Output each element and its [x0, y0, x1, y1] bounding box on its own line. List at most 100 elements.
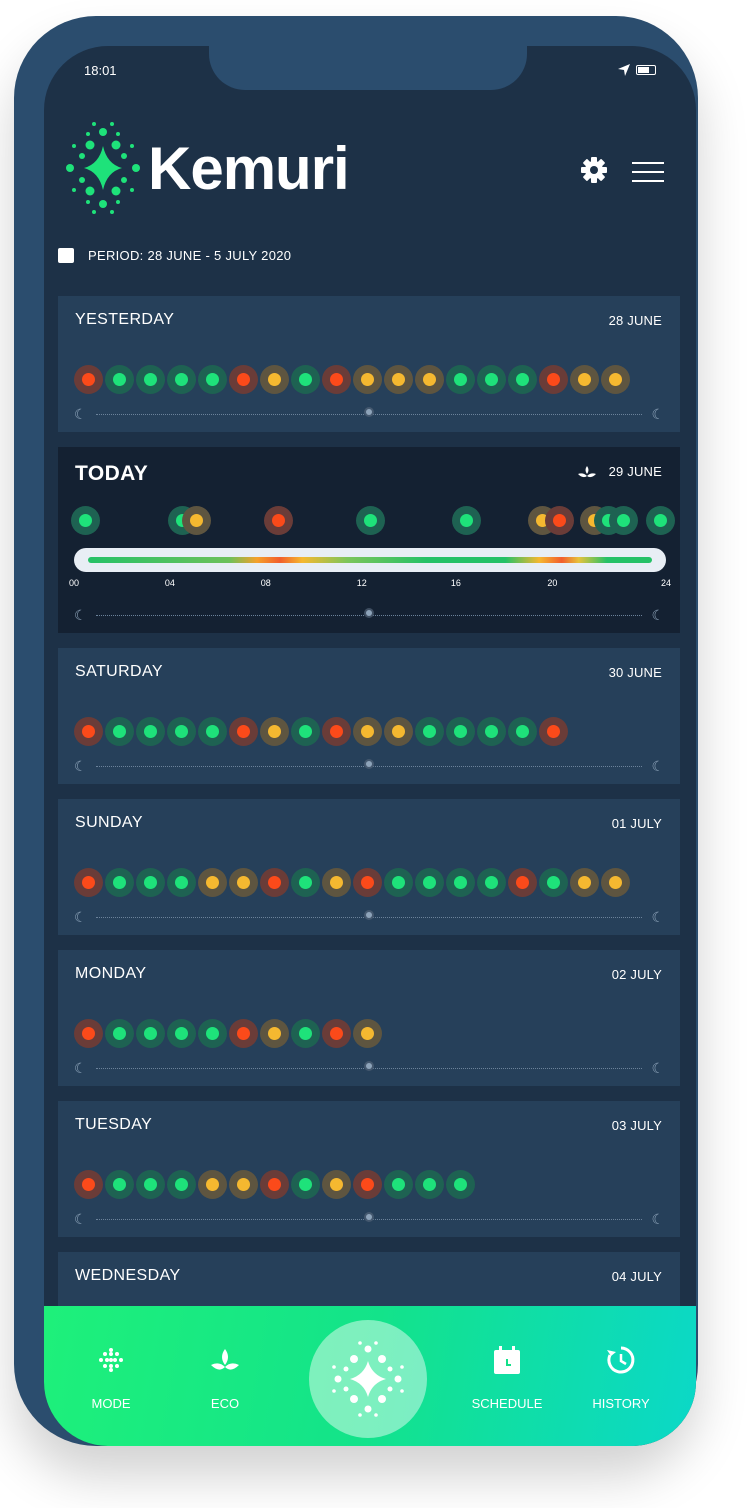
event-dot[interactable]: [74, 1019, 103, 1048]
event-dot[interactable]: [446, 365, 475, 394]
event-dot[interactable]: [322, 365, 351, 394]
event-dot[interactable]: [353, 1170, 382, 1199]
event-dot[interactable]: [198, 365, 227, 394]
event-dot[interactable]: [291, 365, 320, 394]
event-dot[interactable]: [260, 868, 289, 897]
event-dot[interactable]: [508, 868, 537, 897]
today-event-dot[interactable]: [545, 506, 574, 535]
event-dot[interactable]: [136, 868, 165, 897]
event-dot[interactable]: [570, 365, 599, 394]
sun-icon: [364, 608, 374, 618]
event-dot[interactable]: [446, 868, 475, 897]
day-card[interactable]: TUESDAY 03 JULY ☾ ☾: [58, 1101, 680, 1237]
event-dot[interactable]: [415, 365, 444, 394]
event-dot[interactable]: [229, 1019, 258, 1048]
event-dot[interactable]: [105, 365, 134, 394]
event-dot[interactable]: [167, 717, 196, 746]
event-dot[interactable]: [353, 868, 382, 897]
event-dot[interactable]: [384, 1170, 413, 1199]
event-dot[interactable]: [539, 717, 568, 746]
event-dot[interactable]: [353, 365, 382, 394]
today-event-dot[interactable]: [71, 506, 100, 535]
today-event-dot[interactable]: [356, 506, 385, 535]
day-card[interactable]: MONDAY 02 JULY ☾ ☾: [58, 950, 680, 1086]
event-dot[interactable]: [260, 1170, 289, 1199]
event-dot[interactable]: [384, 717, 413, 746]
event-dot[interactable]: [74, 717, 103, 746]
event-dot[interactable]: [198, 1170, 227, 1199]
event-dot[interactable]: [167, 1019, 196, 1048]
event-dot[interactable]: [105, 717, 134, 746]
hamburger-menu-icon[interactable]: [632, 162, 664, 189]
day-card[interactable]: TODAY 29 JUNE 00 04 08 12 16 20 24 ☾ ☾: [58, 447, 680, 633]
event-dot[interactable]: [384, 868, 413, 897]
event-dot[interactable]: [167, 365, 196, 394]
event-dot[interactable]: [260, 1019, 289, 1048]
event-dot[interactable]: [477, 717, 506, 746]
nav-history[interactable]: HISTORY: [576, 1342, 666, 1411]
event-dot[interactable]: [136, 717, 165, 746]
event-dot[interactable]: [260, 717, 289, 746]
event-dot[interactable]: [167, 868, 196, 897]
event-dot[interactable]: [167, 1170, 196, 1199]
event-dot[interactable]: [322, 1170, 351, 1199]
event-dot[interactable]: [105, 1170, 134, 1199]
event-dot[interactable]: [105, 868, 134, 897]
nav-eco[interactable]: ECO: [180, 1342, 270, 1411]
today-event-dot[interactable]: [264, 506, 293, 535]
event-dot[interactable]: [229, 365, 258, 394]
event-dot[interactable]: [136, 1170, 165, 1199]
nav-schedule[interactable]: SCHEDULE: [462, 1342, 552, 1411]
event-dot[interactable]: [415, 717, 444, 746]
event-dot[interactable]: [105, 1019, 134, 1048]
event-dot[interactable]: [322, 1019, 351, 1048]
event-dot[interactable]: [291, 1170, 320, 1199]
event-dot[interactable]: [415, 868, 444, 897]
event-dot[interactable]: [198, 868, 227, 897]
event-dot[interactable]: [446, 1170, 475, 1199]
today-event-dot[interactable]: [452, 506, 481, 535]
event-dot[interactable]: [477, 365, 506, 394]
event-dot[interactable]: [322, 717, 351, 746]
day-date-label: 28 JUNE: [608, 313, 662, 328]
event-dot[interactable]: [570, 868, 599, 897]
event-dot[interactable]: [322, 868, 351, 897]
kemuri-logo-icon: [66, 122, 140, 214]
event-dot[interactable]: [229, 717, 258, 746]
today-event-dot[interactable]: [646, 506, 675, 535]
event-dot[interactable]: [539, 868, 568, 897]
event-dot[interactable]: [415, 1170, 444, 1199]
event-dot[interactable]: [74, 365, 103, 394]
day-card[interactable]: SUNDAY 01 JULY ☾ ☾: [58, 799, 680, 935]
event-dot[interactable]: [198, 1019, 227, 1048]
settings-gear-icon[interactable]: [580, 156, 608, 184]
event-dot[interactable]: [260, 365, 289, 394]
center-kemuri-button[interactable]: [309, 1320, 427, 1438]
event-dot[interactable]: [384, 365, 413, 394]
event-dot[interactable]: [291, 1019, 320, 1048]
today-event-dot[interactable]: [182, 506, 211, 535]
nav-mode[interactable]: MODE: [66, 1342, 156, 1411]
event-dot[interactable]: [136, 365, 165, 394]
event-dot[interactable]: [539, 365, 568, 394]
day-card[interactable]: YESTERDAY 28 JUNE ☾ ☾: [58, 296, 680, 432]
event-dot[interactable]: [74, 868, 103, 897]
event-dot[interactable]: [601, 868, 630, 897]
day-card[interactable]: SATURDAY 30 JUNE ☾ ☾: [58, 648, 680, 784]
event-dot[interactable]: [353, 717, 382, 746]
event-dot[interactable]: [508, 365, 537, 394]
event-dot[interactable]: [74, 1170, 103, 1199]
event-dot[interactable]: [477, 868, 506, 897]
today-event-dot[interactable]: [609, 506, 638, 535]
event-dot[interactable]: [198, 717, 227, 746]
event-dot[interactable]: [229, 868, 258, 897]
event-dot[interactable]: [508, 717, 537, 746]
event-dot[interactable]: [136, 1019, 165, 1048]
event-dot[interactable]: [446, 717, 475, 746]
event-dot[interactable]: [353, 1019, 382, 1048]
event-dot[interactable]: [229, 1170, 258, 1199]
event-dot[interactable]: [601, 365, 630, 394]
event-dot[interactable]: [291, 717, 320, 746]
event-dot[interactable]: [291, 868, 320, 897]
day-title: WEDNESDAY: [75, 1267, 181, 1284]
